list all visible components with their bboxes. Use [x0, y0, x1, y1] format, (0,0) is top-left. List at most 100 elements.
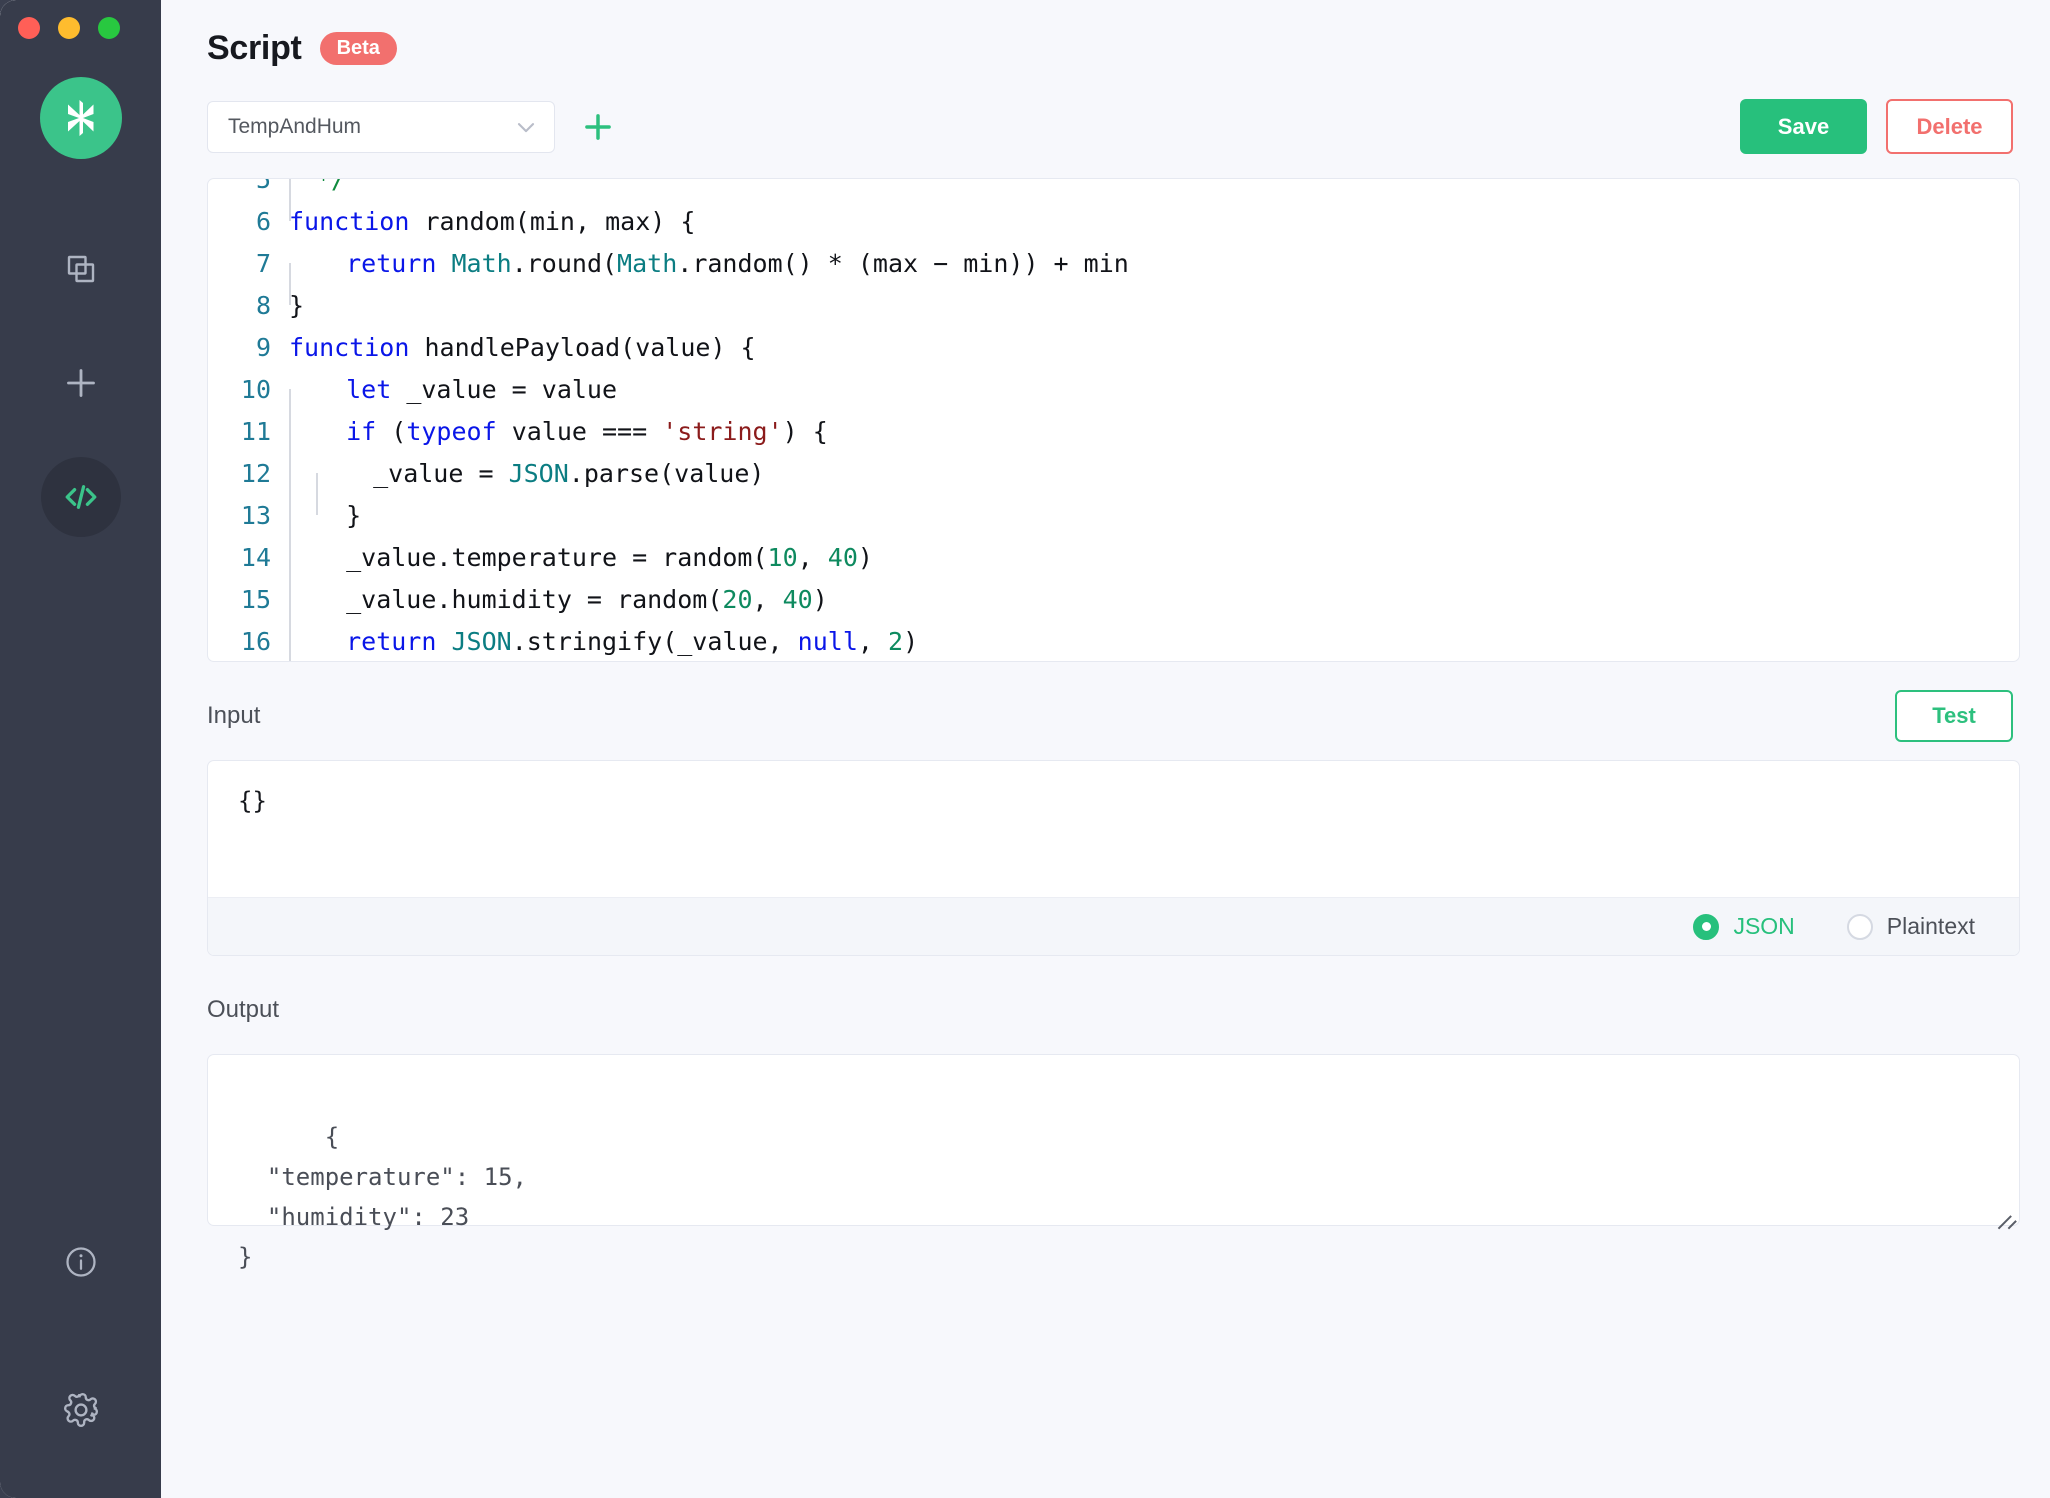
code-token: } [316, 501, 362, 530]
code-token: ) [903, 627, 919, 656]
code-line[interactable]: 7 return Math.round(Math.random() * (max… [208, 243, 2019, 305]
chevron-down-icon [512, 113, 540, 141]
code-token: .parse(value) [568, 459, 765, 488]
line-number: 15 [240, 585, 271, 614]
code-token: return [316, 249, 452, 278]
sidebar-item-copy-layers[interactable] [41, 229, 121, 309]
line-number: 14 [240, 543, 271, 572]
plus-icon [585, 113, 611, 140]
code-lines: 5 */6 function random(min, max) {7 return … [208, 178, 2019, 661]
code-line[interactable]: 15 _value.humidity = random(20, 40) [208, 579, 2019, 641]
resize-grip-icon[interactable] [1991, 1198, 2017, 1229]
code-line[interactable]: 6 function random(min, max) { [208, 201, 2019, 243]
code-token: return [316, 627, 452, 656]
code-line[interactable]: 16 return JSON.stringify(_value, null, 2… [208, 621, 2019, 661]
code-token: ) { [782, 417, 828, 446]
script-select-value: TempAndHum [228, 114, 362, 138]
code-token: 20 [722, 585, 753, 614]
output-value: { "temperature": 15, "humidity": 23 } [238, 1123, 527, 1271]
code-line[interactable]: 9 function handlePayload(value) { [208, 327, 2019, 369]
code-token: _value = [343, 459, 509, 488]
code-line[interactable]: 14 _value.temperature = random(10, 40) [208, 537, 2019, 599]
code-text: return JSON.stringify(_value, null, 2) [289, 621, 919, 661]
info-circle-icon [65, 1247, 96, 1277]
code-line[interactable]: 12 _value = JSON.parse(value) [208, 453, 2019, 515]
radio-label-json: JSON [1733, 913, 1795, 939]
beta-badge: Beta [319, 32, 397, 65]
code-token: , [752, 585, 783, 614]
code-line[interactable]: 5 */ [208, 178, 2019, 221]
radio-unselected-icon [1846, 913, 1873, 940]
code-text: let _value = value [289, 369, 618, 431]
copy-layers-icon [67, 255, 94, 283]
add-script-button[interactable] [579, 108, 617, 146]
code-token: let [316, 375, 392, 404]
maximize-window-button[interactable] [98, 17, 120, 39]
line-number: 8 [255, 291, 271, 320]
code-brackets-icon [65, 485, 96, 509]
code-token: Math [451, 249, 512, 278]
code-text: _value.temperature = random(10, 40) [289, 537, 873, 599]
sidebar [0, 0, 161, 1498]
code-token: JSON [508, 459, 569, 488]
code-token: random(min, max) { [409, 207, 696, 236]
code-text: if (typeof value === 'string') { [289, 411, 828, 473]
input-format-selector: JSON Plaintext [208, 897, 2019, 955]
code-line[interactable]: 10 let _value = value [208, 369, 2019, 431]
gear-icon [63, 1393, 98, 1427]
code-token: ) [812, 585, 828, 614]
radio-label-plaintext: Plaintext [1886, 913, 1975, 939]
line-number: 12 [240, 459, 271, 488]
radio-option-json[interactable]: JSON [1693, 913, 1795, 940]
code-text: } [289, 495, 362, 557]
minimize-window-button[interactable] [58, 17, 80, 39]
line-number: 11 [240, 417, 271, 446]
line-number: 7 [255, 249, 271, 278]
close-window-button[interactable] [18, 17, 40, 39]
line-number: 10 [240, 375, 271, 404]
app-window: Script Beta TempAndHum Save Delete 5 */ … [0, 0, 2050, 1498]
code-token: , [797, 543, 828, 572]
sidebar-item-settings[interactable] [41, 1370, 121, 1450]
code-token: } [289, 291, 305, 320]
line-number: 6 [255, 207, 271, 236]
radio-option-plaintext[interactable]: Plaintext [1846, 913, 1975, 940]
line-number: 13 [240, 501, 271, 530]
code-line[interactable]: 13 } [208, 495, 2019, 557]
save-button[interactable]: Save [1740, 99, 1867, 154]
code-text: _value = JSON.parse(value) [289, 453, 765, 515]
input-textarea[interactable]: {} [208, 761, 2019, 897]
code-token: Math [617, 249, 678, 278]
code-editor[interactable]: 5 */6 function random(min, max) {7 return … [207, 178, 2020, 662]
sidebar-item-add[interactable] [41, 343, 121, 423]
code-token: ( [376, 417, 407, 446]
code-token: 'string' [662, 417, 783, 446]
sidebar-item-info[interactable] [41, 1222, 121, 1302]
code-line[interactable]: 11 if (typeof value === 'string') { [208, 411, 2019, 473]
test-button[interactable]: Test [1895, 690, 2013, 742]
code-text: return Math.round(Math.random() * (max −… [289, 243, 1129, 305]
code-token: JSON [451, 627, 512, 656]
script-select[interactable]: TempAndHum [207, 100, 555, 153]
radio-selected-icon [1693, 913, 1720, 940]
code-text: _value.humidity = random(20, 40) [289, 579, 828, 641]
code-token: .round( [511, 249, 618, 278]
line-number: 16 [240, 627, 271, 656]
code-token: if [316, 417, 377, 446]
code-token: _value.humidity = random( [316, 585, 723, 614]
input-section-header: Input Test [207, 688, 2020, 744]
thingsboard-logo-icon [67, 100, 93, 136]
delete-button[interactable]: Delete [1886, 99, 2013, 154]
plus-icon [66, 369, 95, 397]
app-logo [39, 77, 122, 159]
sidebar-item-script[interactable] [40, 457, 121, 537]
output-label: Output [207, 996, 280, 1023]
page-title: Script [207, 29, 302, 67]
line-number: 5 [255, 178, 271, 194]
toolbar-actions: Save Delete [1740, 99, 2020, 154]
code-token: .random() * (max − min)) + min [677, 249, 1129, 278]
code-token: _value = value [391, 375, 618, 404]
output-section-header: Output [207, 982, 2020, 1038]
code-line[interactable]: 8} [208, 285, 2019, 327]
code-token: null [797, 627, 858, 656]
